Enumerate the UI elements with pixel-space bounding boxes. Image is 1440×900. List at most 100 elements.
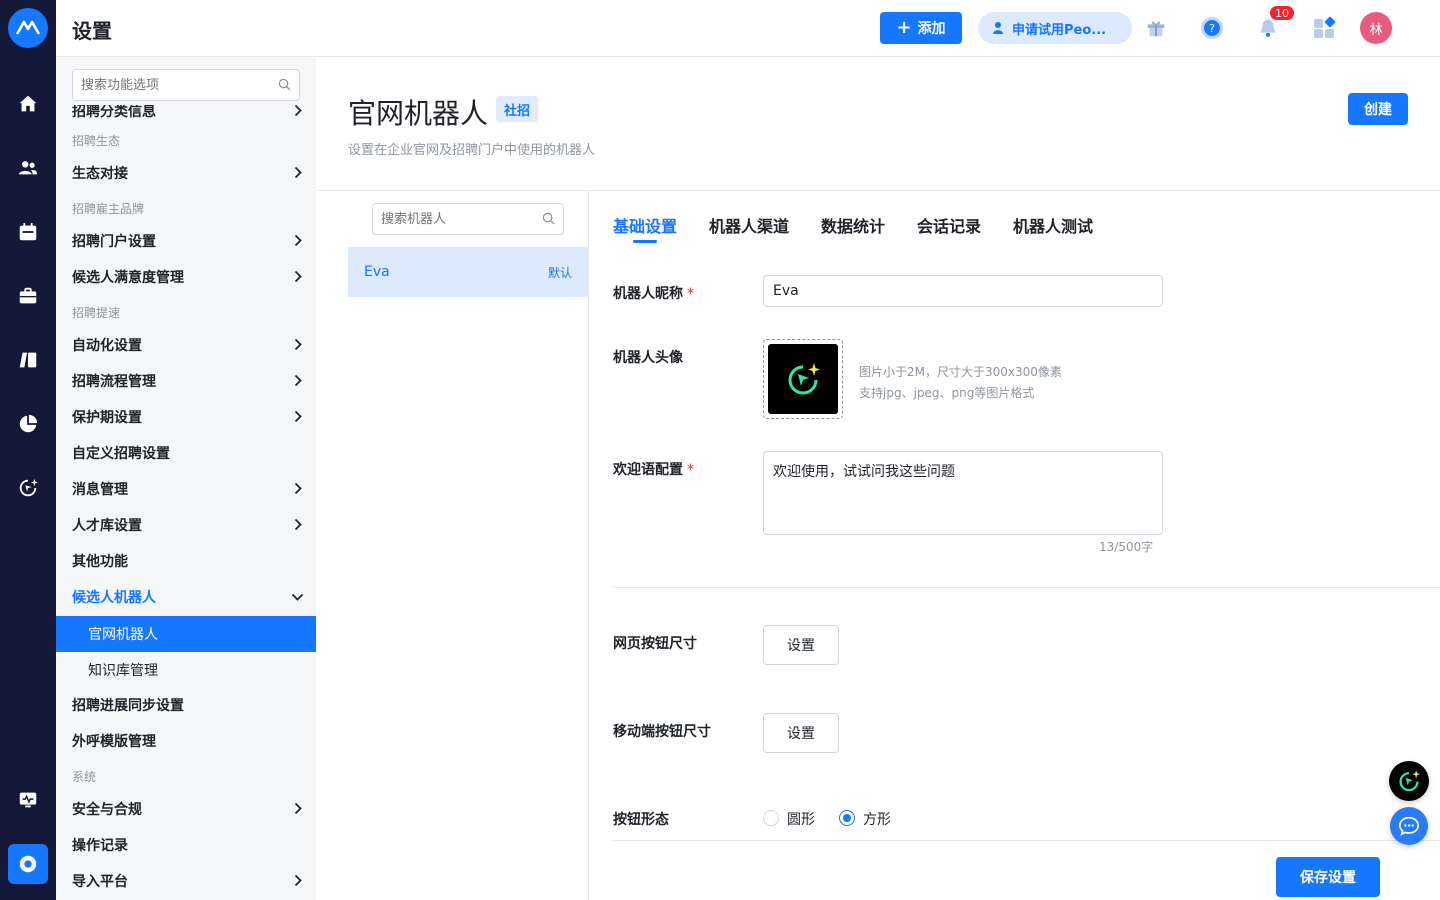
calendar-icon[interactable] <box>12 216 44 248</box>
chevron-right-icon <box>294 482 302 495</box>
report-icon[interactable] <box>12 344 44 376</box>
sidebar-item-knowledge[interactable]: 知识库管理 <box>56 652 316 688</box>
chevron-right-icon <box>294 234 302 247</box>
chevron-right-icon <box>294 802 302 815</box>
avatar-label: 机器人头像 <box>613 350 683 366</box>
sidebar-item-message[interactable]: 消息管理 <box>56 471 316 507</box>
svg-text:?: ? <box>1209 22 1215 35</box>
bot-name: Eva <box>364 264 390 280</box>
sidebar-item-satisfaction[interactable]: 候选人满意度管理 <box>56 259 316 295</box>
bot-search[interactable] <box>372 203 564 235</box>
mobile-size-set-button[interactable]: 设置 <box>763 713 839 753</box>
sidebar-item-sync[interactable]: 招聘进展同步设置 <box>56 687 316 723</box>
search-icon <box>542 212 555 225</box>
avatar-upload[interactable] <box>763 339 843 419</box>
help-icon[interactable]: ? <box>1198 14 1226 42</box>
user-icon <box>993 22 1003 34</box>
chevron-right-icon <box>294 874 302 887</box>
tab-bot-channels[interactable]: 机器人渠道 <box>709 213 789 237</box>
settings-icon[interactable] <box>8 844 48 884</box>
sidebar-item-outbound[interactable]: 外呼模版管理 <box>56 723 316 759</box>
shape-circle-label[interactable]: 圆形 <box>787 809 815 829</box>
list-divider <box>588 191 589 900</box>
bot-list-item[interactable]: Eva 默认 <box>348 247 588 297</box>
sidebar-item-protection[interactable]: 保护期设置 <box>56 399 316 435</box>
settings-sidebar: 招聘分类信息 招聘生态 生态对接 招聘雇主品牌 招聘门户设置 候选人满意度管理 … <box>56 57 316 900</box>
mobile-size-label: 移动端按钮尺寸 <box>613 724 711 740</box>
search-icon <box>278 78 291 91</box>
pie-chart-icon[interactable] <box>12 408 44 440</box>
gift-icon[interactable] <box>1142 14 1170 42</box>
recruit-type-tag: 社招 <box>496 96 539 122</box>
add-button[interactable]: + 添加 <box>880 12 962 44</box>
active-tab-indicator <box>633 240 657 243</box>
notification-badge: 10 <box>1269 5 1295 21</box>
trial-button[interactable]: 申请试用Peo... <box>978 12 1132 44</box>
sidebar-item-automation[interactable]: 自动化设置 <box>56 327 316 363</box>
sidebar-item-process[interactable]: 招聘流程管理 <box>56 363 316 399</box>
chat-support-icon[interactable] <box>1390 807 1428 845</box>
sidebar-item-candidate-bot[interactable]: 候选人机器人 <box>56 579 316 615</box>
tab-conversations[interactable]: 会话记录 <box>917 213 981 237</box>
chevron-right-icon <box>294 270 302 283</box>
chevron-right-icon <box>294 410 302 423</box>
tab-basic-settings[interactable]: 基础设置 <box>613 213 677 237</box>
sidebar-item-custom[interactable]: 自定义招聘设置 <box>56 435 316 471</box>
footer-divider <box>613 840 1440 841</box>
sidebar-item-eco-connect[interactable]: 生态对接 <box>56 155 316 191</box>
sidebar-item-security[interactable]: 安全与合规 <box>56 791 316 827</box>
chevron-right-icon <box>294 105 302 117</box>
nickname-label: 机器人昵称 * <box>613 286 694 302</box>
sidebar-item-talent[interactable]: 人才库设置 <box>56 507 316 543</box>
shape-square-label[interactable]: 方形 <box>863 809 891 829</box>
settings-search-input[interactable] <box>73 70 263 100</box>
add-label: 添加 <box>917 21 946 37</box>
group-speed: 招聘提速 <box>72 306 121 320</box>
chevron-right-icon <box>294 518 302 531</box>
welcome-label: 欢迎语配置 * <box>613 462 694 478</box>
people-icon[interactable] <box>12 152 44 184</box>
shape-square-radio[interactable] <box>839 810 855 826</box>
shape-label: 按钮形态 <box>613 812 669 828</box>
bot-avatar-image <box>768 344 838 414</box>
apps-grid-icon[interactable] <box>1310 14 1338 42</box>
default-badge: 默认 <box>547 265 572 280</box>
home-icon[interactable] <box>12 88 44 120</box>
tab-bot-test[interactable]: 机器人测试 <box>1013 213 1093 237</box>
shape-circle-radio[interactable] <box>763 810 779 826</box>
floating-ai-bot-icon[interactable] <box>1389 761 1429 801</box>
welcome-textarea[interactable]: 欢迎使用，试试问我这些问题 <box>763 451 1163 535</box>
sidebar-item-portal[interactable]: 招聘门户设置 <box>56 223 316 259</box>
group-system: 系统 <box>72 770 97 784</box>
sidebar-item-website-bot[interactable]: 官网机器人 <box>56 616 316 652</box>
app-rail <box>0 0 56 900</box>
header-divider <box>316 190 1440 191</box>
web-size-label: 网页按钮尺寸 <box>613 636 697 652</box>
header-title: 设置 <box>72 19 112 43</box>
welcome-char-counter: 13/500字 <box>1099 540 1154 554</box>
app-logo-icon[interactable] <box>8 8 48 48</box>
page-description: 设置在企业官网及招聘门户中使用的机器人 <box>348 143 596 158</box>
plus-icon: + <box>896 17 912 38</box>
nickname-input[interactable] <box>763 275 1163 307</box>
top-bar: 设置 + 添加 申请试用Peo... ? 10 林 <box>56 0 1440 57</box>
ai-assistant-icon[interactable] <box>12 472 44 504</box>
tab-data-stats[interactable]: 数据统计 <box>821 213 885 237</box>
avatar-hint-format: 支持jpg、jpeg、png等图片格式 <box>859 386 1035 400</box>
page-title: 官网机器人 <box>348 97 489 130</box>
user-avatar[interactable]: 林 <box>1360 12 1392 44</box>
sidebar-item-other[interactable]: 其他功能 <box>56 543 316 579</box>
bot-search-input[interactable] <box>373 204 533 234</box>
monitor-icon[interactable] <box>12 784 44 816</box>
ai-bot-icon <box>788 363 820 395</box>
form-divider <box>613 587 1440 588</box>
sidebar-item-oplog[interactable]: 操作记录 <box>56 827 316 863</box>
briefcase-icon[interactable] <box>12 280 44 312</box>
save-settings-button[interactable]: 保存设置 <box>1276 857 1380 897</box>
sidebar-item-import[interactable]: 导入平台 <box>56 863 316 899</box>
create-button[interactable]: 创建 <box>1348 93 1408 125</box>
web-size-set-button[interactable]: 设置 <box>763 625 839 665</box>
trial-label: 申请试用Peo... <box>1012 22 1107 38</box>
settings-search[interactable] <box>72 69 300 101</box>
chevron-right-icon <box>294 166 302 179</box>
